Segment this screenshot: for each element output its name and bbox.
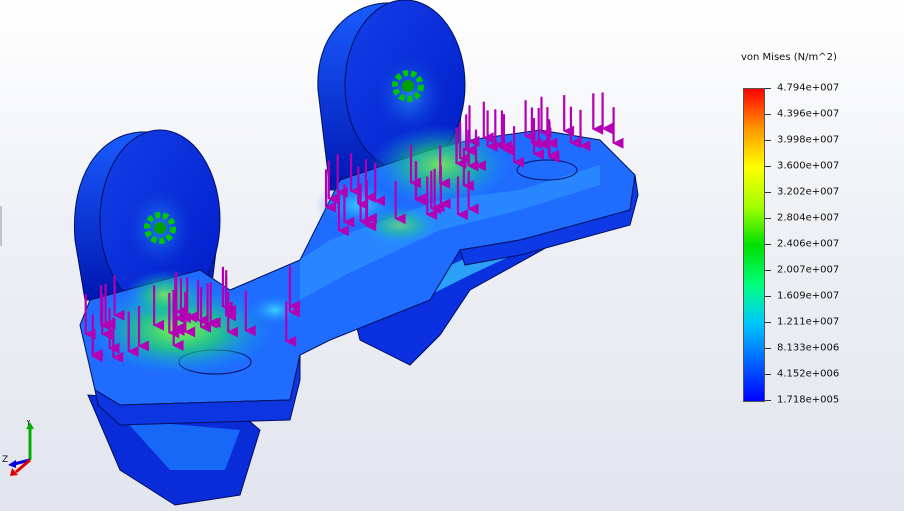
legend-label: 1.609e+007 [777, 290, 840, 302]
legend-tick [765, 218, 771, 219]
legend-tick [765, 374, 771, 375]
legend-color-bar [743, 88, 765, 402]
legend-tick [765, 88, 771, 89]
legend-tick [765, 192, 771, 193]
legend-label: 3.202e+007 [777, 186, 840, 198]
legend-label: 4.152e+006 [777, 368, 840, 380]
z-axis-head [8, 460, 16, 468]
legend-label: 8.133e+006 [777, 342, 840, 354]
legend-label: 4.396e+007 [777, 108, 840, 120]
legend-label: 1.718e+005 [777, 394, 840, 406]
legend-tick [765, 296, 771, 297]
legend-label: 2.007e+007 [777, 264, 840, 276]
stress-legend: von Mises (N/m^2) 4.794e+007 4.396e+007 3.… [735, 48, 895, 408]
legend-label: 3.998e+007 [777, 134, 840, 146]
legend-tick [765, 348, 771, 349]
legend-tick [765, 244, 771, 245]
y-axis-label: Y [25, 420, 31, 427]
legend-tick [765, 322, 771, 323]
legend-tick [765, 400, 771, 401]
legend-label: 2.804e+007 [777, 212, 840, 224]
legend-tick [765, 140, 771, 141]
legend-label: 2.406e+007 [777, 238, 840, 250]
z-axis-label: Z [2, 455, 8, 465]
legend-label: 4.794e+007 [777, 82, 840, 94]
legend-label: 1.211e+007 [777, 316, 840, 328]
legend-tick [765, 166, 771, 167]
legend-tick [765, 114, 771, 115]
legend-label: 3.600e+007 [777, 160, 840, 172]
legend-tick [765, 270, 771, 271]
legend-title: von Mises (N/m^2) [741, 52, 837, 63]
axis-triad-icon[interactable]: Y Z [2, 418, 42, 478]
